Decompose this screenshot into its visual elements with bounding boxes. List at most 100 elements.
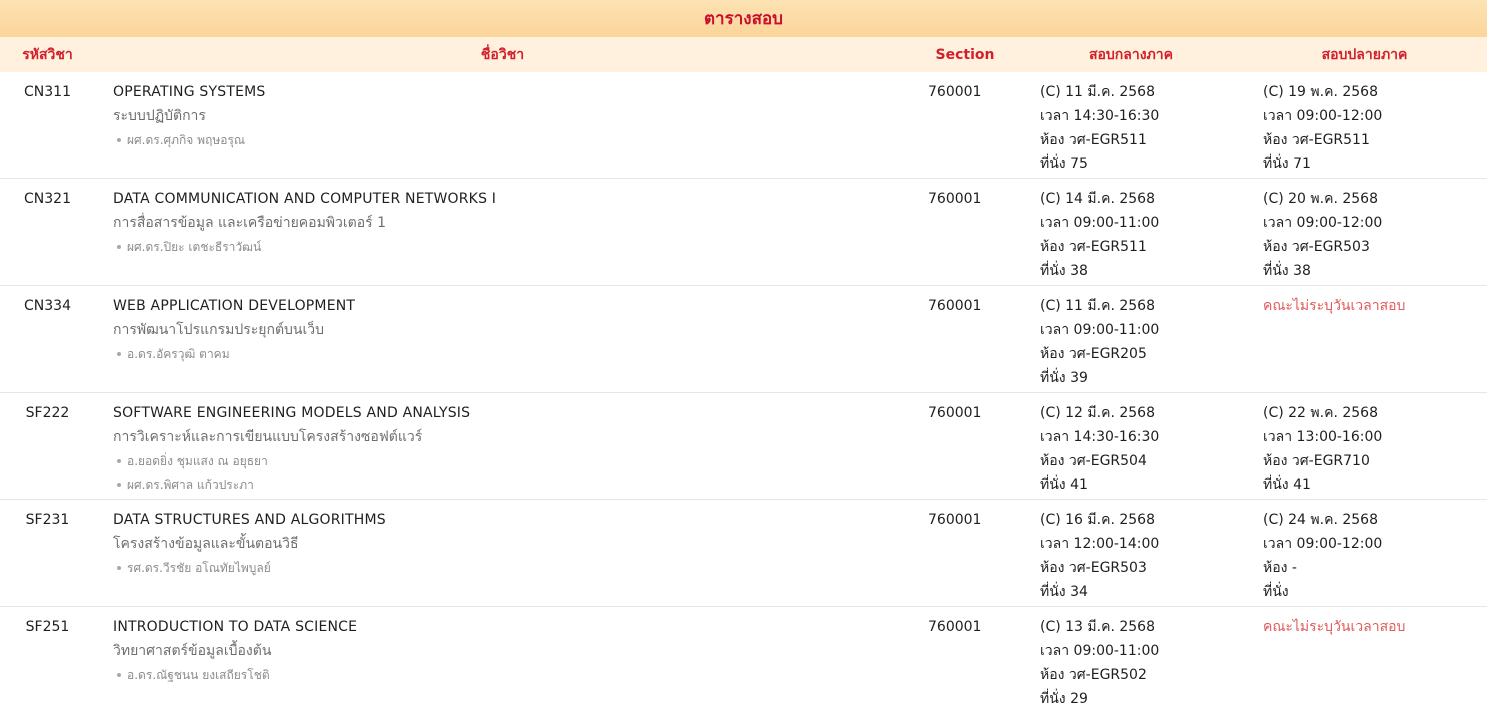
instructor: อ.ยอดยิ่ง ชุมแสง ณ อยุธยา (113, 449, 910, 473)
course-name-en: DATA COMMUNICATION AND COMPUTER NETWORKS… (113, 191, 497, 207)
exam-table-body: CN311 OPERATING SYSTEMS ระบบปฏิบัติการ ผ… (0, 72, 1487, 712)
course-name-cell: INTRODUCTION TO DATA SCIENCE วิทยาศาสตร์… (95, 615, 910, 712)
bullet-icon (117, 351, 121, 356)
course-code: SF231 (25, 512, 70, 528)
exam-seat: ที่นั่ง 29 (1040, 691, 1088, 707)
exam-date: (C) 24 พ.ค. 2568 (1263, 512, 1378, 528)
exam-date: (C) 16 มี.ค. 2568 (1040, 512, 1155, 528)
exam-time: เวลา 14:30-16:30 (1040, 429, 1160, 445)
exam-seat: ที่นั่ง 75 (1040, 156, 1088, 172)
exam-schedule-page: ตารางสอบ รหัสวิชา ชื่อวิชา Section สอบกล… (0, 0, 1487, 712)
exam-room: ห้อง วศ-EGR710 (1263, 453, 1370, 469)
exam-room: ห้อง วศ-EGR511 (1040, 132, 1147, 148)
exam-date: (C) 14 มี.ค. 2568 (1040, 191, 1155, 207)
exam-room: ห้อง วศ-EGR205 (1040, 346, 1147, 362)
section-number: 760001 (928, 84, 982, 100)
course-code: SF251 (25, 619, 70, 635)
final-not-specified: คณะไม่ระบุวันเวลาสอบ (1263, 298, 1406, 314)
bullet-icon (117, 565, 121, 570)
midterm-cell: (C) 11 มี.ค. 2568 เวลา 14:30-16:30 ห้อง … (1020, 80, 1242, 178)
exam-time: เวลา 12:00-14:00 (1040, 536, 1160, 552)
course-name-th: โครงสร้างข้อมูลและขั้นตอนวิธี (113, 536, 299, 552)
exam-room: ห้อง วศ-EGR511 (1040, 239, 1147, 255)
exam-date: (C) 20 พ.ค. 2568 (1263, 191, 1378, 207)
exam-time: เวลา 09:00-12:00 (1263, 215, 1383, 231)
exam-room: ห้อง วศ-EGR504 (1040, 453, 1147, 469)
instructor: อ.ดร.อัครวุฒิ ตาคม (113, 342, 910, 366)
course-name-th: การสื่อสารข้อมูล และเครือข่ายคอมพิวเตอร์… (113, 215, 387, 231)
course-name-th: วิทยาศาสตร์ข้อมูลเบื้องต้น (113, 643, 272, 659)
course-name-en: SOFTWARE ENGINEERING MODELS AND ANALYSIS (113, 405, 471, 421)
course-name-en: DATA STRUCTURES AND ALGORITHMS (113, 512, 386, 528)
exam-seat: ที่นั่ง 39 (1040, 370, 1088, 386)
exam-room: ห้อง วศ-EGR511 (1263, 132, 1370, 148)
exam-room: ห้อง วศ-EGR502 (1040, 667, 1147, 683)
course-name-en: OPERATING SYSTEMS (113, 84, 266, 100)
bullet-icon (117, 137, 121, 142)
course-name-en: WEB APPLICATION DEVELOPMENT (113, 298, 356, 314)
exam-time: เวลา 09:00-11:00 (1040, 215, 1160, 231)
course-name-th: การพัฒนาโปรแกรมประยุกต์บนเว็บ (113, 322, 325, 338)
final-cell: คณะไม่ระบุวันเวลาสอบ (1242, 294, 1487, 392)
midterm-cell: (C) 12 มี.ค. 2568 เวลา 14:30-16:30 ห้อง … (1020, 401, 1242, 499)
course-name-cell: DATA STRUCTURES AND ALGORITHMS โครงสร้าง… (95, 508, 910, 606)
section-number: 760001 (928, 405, 982, 421)
section-number: 760001 (928, 619, 982, 635)
bullet-icon (117, 244, 121, 249)
final-cell: (C) 20 พ.ค. 2568 เวลา 09:00-12:00 ห้อง ว… (1242, 187, 1487, 285)
bullet-icon (117, 458, 121, 463)
midterm-cell: (C) 16 มี.ค. 2568 เวลา 12:00-14:00 ห้อง … (1020, 508, 1242, 606)
course-name-cell: DATA COMMUNICATION AND COMPUTER NETWORKS… (95, 187, 910, 285)
bullet-icon (117, 672, 121, 677)
exam-seat: ที่นั่ง 34 (1040, 584, 1088, 600)
exam-date: (C) 22 พ.ค. 2568 (1263, 405, 1378, 421)
course-name-en: INTRODUCTION TO DATA SCIENCE (113, 619, 358, 635)
instructor: ผศ.ดร.ศุภกิจ พฤษอรุณ (113, 128, 910, 152)
course-code: CN311 (24, 84, 71, 100)
section-number: 760001 (928, 512, 982, 528)
exam-date: (C) 13 มี.ค. 2568 (1040, 619, 1155, 635)
table-header: รหัสวิชา ชื่อวิชา Section สอบกลางภาค สอบ… (0, 37, 1487, 72)
exam-time: เวลา 09:00-12:00 (1263, 536, 1383, 552)
header-final: สอบปลายภาค (1321, 46, 1408, 63)
exam-date: (C) 12 มี.ค. 2568 (1040, 405, 1155, 421)
table-row: CN334 WEB APPLICATION DEVELOPMENT การพัฒ… (0, 286, 1487, 393)
final-cell: (C) 24 พ.ค. 2568 เวลา 09:00-12:00 ห้อง -… (1242, 508, 1487, 606)
course-name-th: การวิเคราะห์และการเขียนแบบโครงสร้างซอฟต์… (113, 429, 423, 445)
final-cell: คณะไม่ระบุวันเวลาสอบ (1242, 615, 1487, 712)
course-name-cell: OPERATING SYSTEMS ระบบปฏิบัติการ ผศ.ดร.ศ… (95, 80, 910, 178)
midterm-cell: (C) 13 มี.ค. 2568 เวลา 09:00-11:00 ห้อง … (1020, 615, 1242, 712)
course-code: CN334 (24, 298, 71, 314)
header-course-code: รหัสวิชา (22, 46, 73, 63)
exam-seat: ที่นั่ง 41 (1263, 477, 1311, 493)
table-row: SF231 DATA STRUCTURES AND ALGORITHMS โคร… (0, 500, 1487, 607)
instructor: รศ.ดร.วีรชัย อโณทัยไพบูลย์ (113, 556, 910, 580)
table-row: SF222 SOFTWARE ENGINEERING MODELS AND AN… (0, 393, 1487, 500)
exam-time: เวลา 14:30-16:30 (1040, 108, 1160, 124)
exam-time: เวลา 09:00-11:00 (1040, 322, 1160, 338)
table-row: CN311 OPERATING SYSTEMS ระบบปฏิบัติการ ผ… (0, 72, 1487, 179)
exam-date: (C) 11 มี.ค. 2568 (1040, 84, 1155, 100)
table-row: CN321 DATA COMMUNICATION AND COMPUTER NE… (0, 179, 1487, 286)
exam-room: ห้อง วศ-EGR503 (1263, 239, 1370, 255)
course-name-cell: SOFTWARE ENGINEERING MODELS AND ANALYSIS… (95, 401, 910, 499)
section-number: 760001 (928, 191, 982, 207)
exam-seat: ที่นั่ง 38 (1263, 263, 1311, 279)
exam-seat: ที่นั่ง 41 (1040, 477, 1088, 493)
exam-seat: ที่นั่ง 71 (1263, 156, 1311, 172)
exam-room: ห้อง - (1263, 560, 1297, 576)
bullet-icon (117, 482, 121, 487)
exam-date: (C) 11 มี.ค. 2568 (1040, 298, 1155, 314)
instructor: อ.ดร.ณัฐชนน ยงเสถียรโชติ (113, 663, 910, 687)
course-name-cell: WEB APPLICATION DEVELOPMENT การพัฒนาโปรแ… (95, 294, 910, 392)
final-cell: (C) 22 พ.ค. 2568 เวลา 13:00-16:00 ห้อง ว… (1242, 401, 1487, 499)
header-course-name: ชื่อวิชา (480, 46, 525, 63)
midterm-cell: (C) 14 มี.ค. 2568 เวลา 09:00-11:00 ห้อง … (1020, 187, 1242, 285)
exam-date: (C) 19 พ.ค. 2568 (1263, 84, 1378, 100)
final-cell: (C) 19 พ.ค. 2568 เวลา 09:00-12:00 ห้อง ว… (1242, 80, 1487, 178)
course-name-th: ระบบปฏิบัติการ (113, 108, 206, 124)
instructor: ผศ.ดร.พิศาล แก้วประภา (113, 473, 910, 497)
exam-room: ห้อง วศ-EGR503 (1040, 560, 1147, 576)
exam-time: เวลา 09:00-11:00 (1040, 643, 1160, 659)
header-midterm: สอบกลางภาค (1088, 46, 1174, 63)
